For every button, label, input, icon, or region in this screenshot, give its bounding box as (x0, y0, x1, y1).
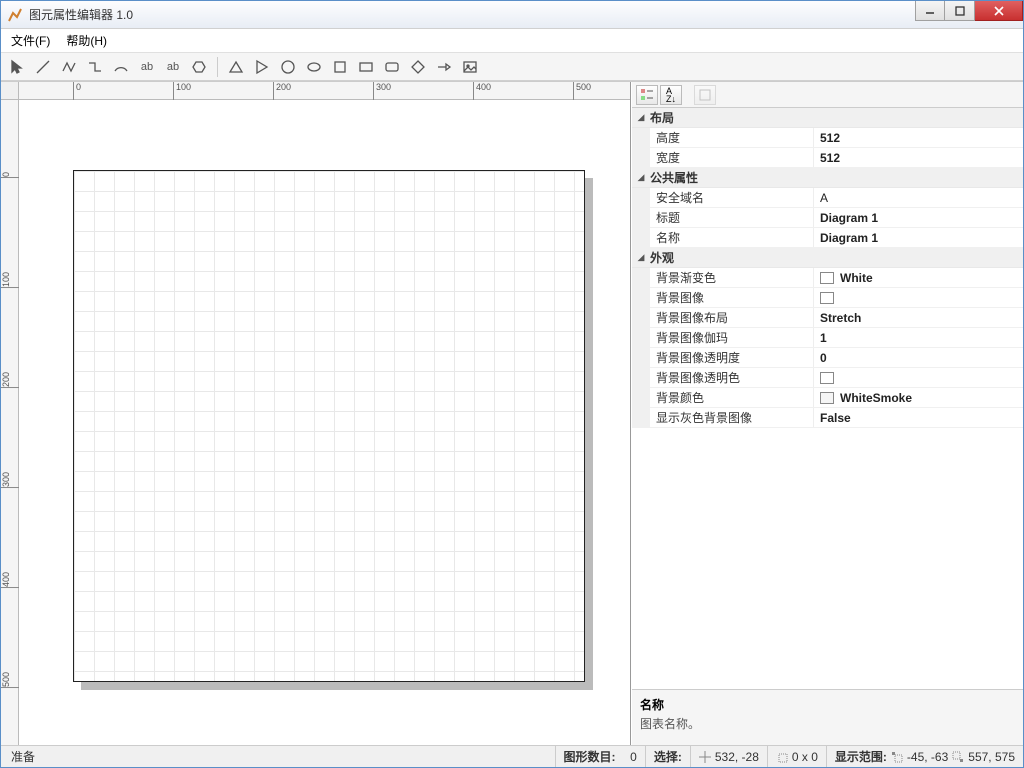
prop-row-bg-image-layout[interactable]: 背景图像布局Stretch (632, 308, 1023, 328)
text-tool-icon[interactable]: ab (137, 57, 157, 77)
menu-help[interactable]: 帮助(H) (66, 32, 107, 49)
collapse-icon: ◢ (632, 172, 650, 183)
ruler-tick: 400 (1, 570, 19, 588)
categorized-view-icon[interactable] (636, 85, 658, 105)
arc-tool-icon[interactable] (111, 57, 131, 77)
status-shape-count: 图形数目: 0 (555, 746, 645, 767)
maximize-button[interactable] (945, 1, 975, 21)
ruler-tick: 500 (573, 82, 591, 100)
menubar: 文件(F) 帮助(H) (1, 29, 1023, 53)
properties-pane: AZ↓ ◢布局 高度512 宽度512 ◢公共属性 安全域名A 标题Diagra… (631, 82, 1023, 745)
category-public[interactable]: ◢公共属性 (632, 168, 1023, 188)
toolbar-separator (217, 57, 218, 77)
color-swatch-icon (820, 272, 834, 284)
color-swatch-icon (820, 372, 834, 384)
prop-row-bg-image-trans-color[interactable]: 背景图像透明色 (632, 368, 1023, 388)
ruler-tick: 200 (273, 82, 291, 100)
prop-row-bg-gradient[interactable]: 背景渐变色White (632, 268, 1023, 288)
ellipse-tool-icon[interactable] (304, 57, 324, 77)
status-selection: 选择: (645, 746, 690, 767)
prop-row-height[interactable]: 高度512 (632, 128, 1023, 148)
category-layout[interactable]: ◢布局 (632, 108, 1023, 128)
close-button[interactable] (975, 1, 1023, 21)
prop-row-bg-image-gamma[interactable]: 背景图像伽玛1 (632, 328, 1023, 348)
prop-row-bg-image-opacity[interactable]: 背景图像透明度0 (632, 348, 1023, 368)
window-controls (915, 1, 1023, 21)
pointer-tool-icon[interactable] (7, 57, 27, 77)
property-pages-icon (694, 85, 716, 105)
prop-row-name[interactable]: 名称Diagram 1 (632, 228, 1023, 248)
collapse-icon: ◢ (632, 252, 650, 263)
app-icon (7, 7, 23, 23)
ruler-tick: 400 (473, 82, 491, 100)
orthogonal-line-tool-icon[interactable] (85, 57, 105, 77)
description-body: 图表名称。 (640, 715, 1015, 732)
prop-row-width[interactable]: 宽度512 (632, 148, 1023, 168)
color-swatch-icon (820, 392, 834, 404)
diamond-tool-icon[interactable] (408, 57, 428, 77)
size-icon (776, 751, 788, 763)
menu-file[interactable]: 文件(F) (11, 32, 50, 49)
hexagon-tool-icon[interactable] (189, 57, 209, 77)
ruler-tick: 100 (1, 270, 19, 288)
circle-tool-icon[interactable] (278, 57, 298, 77)
status-size: 0 x 0 (767, 746, 826, 767)
ruler-vertical: 0 100 200 300 400 500 (1, 100, 19, 745)
titlebar: 图元属性编辑器 1.0 (1, 1, 1023, 29)
arrow-tool-icon[interactable] (434, 57, 454, 77)
ruler-tick: 300 (373, 82, 391, 100)
prop-row-domain[interactable]: 安全域名A (632, 188, 1023, 208)
app-window: 图元属性编辑器 1.0 文件(F) 帮助(H) ab ab (0, 0, 1024, 768)
properties-toolbar: AZ↓ (632, 82, 1023, 108)
image-swatch-icon (820, 292, 834, 304)
canvas-pane: 0 100 200 300 400 500 0 100 200 300 400 … (1, 82, 631, 745)
work-area: 0 100 200 300 400 500 0 100 200 300 400 … (1, 81, 1023, 745)
ruler-tick: 500 (1, 670, 19, 688)
minimize-button[interactable] (915, 1, 945, 21)
range-max-icon (952, 751, 964, 763)
ruler-tick: 100 (173, 82, 191, 100)
triangle-up-tool-icon[interactable] (226, 57, 246, 77)
square-tool-icon[interactable] (330, 57, 350, 77)
rectangle-tool-icon[interactable] (356, 57, 376, 77)
image-tool-icon[interactable] (460, 57, 480, 77)
statusbar: 准备 图形数目: 0 选择: 532, -28 0 x 0 显示范围: -45,… (1, 745, 1023, 767)
prop-row-show-gray-bg[interactable]: 显示灰色背景图像False (632, 408, 1023, 428)
crosshair-icon (699, 751, 711, 763)
status-range: 显示范围: -45, -63 557, 575 (826, 746, 1023, 767)
prop-row-title[interactable]: 标题Diagram 1 (632, 208, 1023, 228)
range-min-icon (891, 751, 903, 763)
diagram-canvas[interactable] (73, 170, 585, 682)
ruler-tick: 0 (1, 170, 19, 178)
alphabetical-view-icon[interactable]: AZ↓ (660, 85, 682, 105)
collapse-icon: ◢ (632, 112, 650, 123)
window-title: 图元属性编辑器 1.0 (29, 6, 133, 23)
polyline-tool-icon[interactable] (59, 57, 79, 77)
triangle-right-tool-icon[interactable] (252, 57, 272, 77)
description-title: 名称 (640, 696, 1015, 713)
ruler-tick: 0 (73, 82, 81, 100)
ruler-tick: 300 (1, 470, 19, 488)
ruler-horizontal: 0 100 200 300 400 500 (19, 82, 630, 100)
status-coordinates: 532, -28 (690, 746, 767, 767)
ruler-tick: 200 (1, 370, 19, 388)
line-tool-icon[interactable] (33, 57, 53, 77)
ruler-corner (1, 82, 19, 100)
prop-row-bg-image[interactable]: 背景图像 (632, 288, 1023, 308)
status-ready: 准备 (1, 746, 43, 767)
property-description: 名称 图表名称。 (632, 689, 1023, 745)
rounded-rect-tool-icon[interactable] (382, 57, 402, 77)
toolbar: ab ab (1, 53, 1023, 81)
canvas-viewport[interactable] (19, 100, 630, 745)
label-tool-icon[interactable]: ab (163, 57, 183, 77)
properties-grid[interactable]: ◢布局 高度512 宽度512 ◢公共属性 安全域名A 标题Diagram 1 … (632, 108, 1023, 689)
category-appearance[interactable]: ◢外观 (632, 248, 1023, 268)
prop-row-bg-color[interactable]: 背景颜色WhiteSmoke (632, 388, 1023, 408)
